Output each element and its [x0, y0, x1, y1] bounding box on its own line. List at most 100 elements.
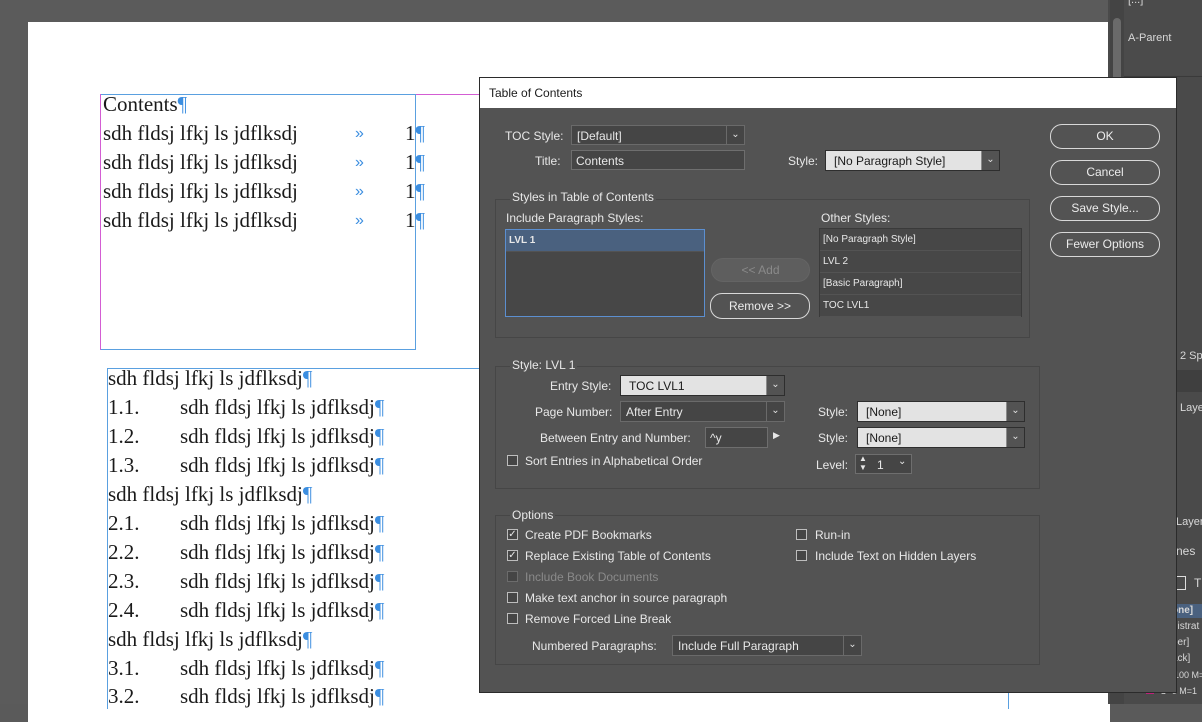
replace-existing-checkbox[interactable]: ✓ — [507, 550, 518, 561]
title-input[interactable]: Contents — [571, 150, 745, 170]
toc-style-select[interactable]: [Default] ⌄ — [571, 125, 745, 145]
body-line-text: sdh fldsj lfkj ls jdflksdj¶ — [180, 684, 385, 708]
toc-heading: Contents¶ — [103, 92, 188, 116]
entry-style-select[interactable]: TOC LVL1 ⌄ — [620, 375, 785, 396]
body-numbered-line: 2.4. — [108, 598, 140, 622]
body-numbered-line: 1.2. — [108, 424, 140, 448]
list-item[interactable]: LVL 2 — [820, 251, 1021, 273]
swatches-tab[interactable]: nes — [1176, 544, 1195, 558]
page-number-select[interactable]: After Entry ⌄ — [620, 401, 785, 422]
entry-style-label: Entry Style: — [550, 379, 612, 393]
body-numbered-line: 2.1. — [108, 511, 140, 535]
run-in-checkbox[interactable] — [796, 529, 807, 540]
sort-alphabetical-checkbox[interactable] — [507, 455, 518, 466]
between-style-label: Style: — [818, 431, 849, 445]
body-line-text: sdh fldsj lfkj ls jdflksdj¶ — [180, 453, 385, 477]
toc-frame-left-edge — [100, 94, 101, 350]
body-numbered-line: 3.2. — [108, 684, 140, 708]
remove-forced-line-break-label: Remove Forced Line Break — [525, 612, 672, 626]
body-line-text: sdh fldsj lfkj ls jdflksdj¶ — [180, 424, 385, 448]
replace-existing-label: Replace Existing Table of Contents — [525, 549, 711, 563]
chevron-down-icon[interactable]: ⌄ — [898, 456, 906, 467]
stepper-arrows-icon[interactable]: ▲ ▼ — [859, 454, 867, 472]
chevron-down-icon: ⌄ — [1006, 428, 1024, 447]
list-item[interactable]: [No Paragraph Style] — [820, 229, 1021, 251]
include-paragraph-styles-label: Include Paragraph Styles: — [506, 211, 644, 225]
page-number-label: Page Number: — [535, 405, 613, 419]
create-pdf-bookmarks-label: Create PDF Bookmarks — [525, 528, 652, 542]
create-pdf-bookmarks-checkbox[interactable]: ✓ — [507, 529, 518, 540]
tab-marker-icon: » — [355, 125, 364, 142]
body-numbered-line: 2.3. — [108, 569, 140, 593]
body-line-text: sdh fldsj lfkj ls jdflksdj¶ — [180, 540, 385, 564]
chevron-down-icon: ⌄ — [766, 402, 784, 421]
chevron-down-icon: ⌄ — [726, 126, 744, 144]
other-styles-label: Other Styles: — [821, 211, 891, 225]
body-heading: sdh fldsj lfkj ls jdflksdj¶ — [108, 366, 313, 390]
layers-tab[interactable]: Laye — [1180, 402, 1202, 414]
cancel-button[interactable]: Cancel — [1050, 160, 1160, 185]
page-number-style-select[interactable]: [None] ⌄ — [857, 401, 1025, 422]
style-level-title: Style: LVL 1 — [510, 358, 578, 372]
dialog-titlebar[interactable] — [480, 78, 1176, 108]
body-numbered-line: 1.3. — [108, 453, 140, 477]
numbered-paragraphs-label: Numbered Paragraphs: — [532, 639, 657, 653]
panel-top-label: [...] — [1128, 0, 1144, 6]
master-page-a-parent[interactable]: A-Parent — [1128, 32, 1171, 44]
toc-page-number: 1¶ — [405, 121, 426, 145]
body-heading: sdh fldsj lfkj ls jdflksdj¶ — [108, 482, 313, 506]
fewer-options-button[interactable]: Fewer Options — [1050, 232, 1160, 257]
include-styles-list[interactable]: LVL 1 — [505, 229, 705, 317]
swatch-item[interactable]: 100 M= — [1174, 670, 1202, 680]
body-line-text: sdh fldsj lfkj ls jdflksdj¶ — [180, 511, 385, 535]
between-entry-label: Between Entry and Number: — [540, 431, 691, 445]
include-book-documents-checkbox[interactable] — [507, 571, 518, 582]
special-character-arrow-icon[interactable]: ▶ — [773, 430, 780, 441]
title-style-label: Style: — [788, 154, 819, 168]
between-style-select[interactable]: [None] ⌄ — [857, 427, 1025, 448]
body-line-text: sdh fldsj lfkj ls jdflksdj¶ — [180, 395, 385, 419]
numbered-paragraphs-select[interactable]: Include Full Paragraph ⌄ — [672, 635, 862, 656]
chevron-down-icon: ⌄ — [1006, 402, 1024, 421]
add-button[interactable]: << Add — [711, 258, 810, 282]
chevron-down-icon: ⌄ — [766, 376, 784, 395]
chevron-down-icon: ⌄ — [843, 636, 861, 655]
table-of-contents-dialog: Table of Contents TOC Style: [Default] ⌄… — [479, 77, 1177, 693]
run-in-label: Run-in — [815, 528, 851, 542]
tab-marker-icon: » — [355, 154, 364, 171]
include-book-documents-label: Include Book Documents — [525, 570, 659, 584]
text-anchor-label: Make text anchor in source paragraph — [525, 591, 728, 605]
toc-entry: sdh fldsj lfkj ls jdflksdj — [103, 150, 298, 174]
save-style-button[interactable]: Save Style... — [1050, 196, 1160, 221]
ok-button[interactable]: OK — [1050, 124, 1160, 149]
toc-entry: sdh fldsj lfkj ls jdflksdj — [103, 121, 298, 145]
hidden-layers-label: Include Text on Hidden Layers — [815, 549, 977, 563]
body-heading: sdh fldsj lfkj ls jdflksdj¶ — [108, 627, 313, 651]
text-swatch-icon[interactable]: T — [1194, 576, 1201, 590]
tab-marker-icon: » — [355, 183, 364, 200]
layers-tab-2[interactable]: Layer — [1176, 516, 1202, 528]
toc-page-number: 1¶ — [405, 208, 426, 232]
spread-count: 2 Spr — [1180, 350, 1202, 362]
list-item[interactable]: [Basic Paragraph] — [820, 273, 1021, 295]
body-line-text: sdh fldsj lfkj ls jdflksdj¶ — [180, 656, 385, 680]
remove-button[interactable]: Remove >> — [710, 293, 810, 319]
body-numbered-line: 2.2. — [108, 540, 140, 564]
chevron-down-icon: ⌄ — [981, 151, 999, 170]
level-label: Level: — [816, 458, 849, 472]
remove-forced-line-break-checkbox[interactable] — [507, 613, 518, 624]
text-anchor-checkbox[interactable] — [507, 592, 518, 603]
panel-tab-strip — [1176, 370, 1202, 392]
toc-entry: sdh fldsj lfkj ls jdflksdj — [103, 208, 298, 232]
toc-entry: sdh fldsj lfkj ls jdflksdj — [103, 179, 298, 203]
sort-alphabetical-label: Sort Entries in Alphabetical Order — [525, 454, 703, 468]
other-styles-list[interactable]: [No Paragraph Style] LVL 2 [Basic Paragr… — [819, 228, 1022, 317]
list-item[interactable]: TOC LVL1 — [820, 295, 1021, 317]
body-numbered-line: 1.1. — [108, 395, 140, 419]
page-number-style-label: Style: — [818, 405, 849, 419]
title-style-select[interactable]: [No Paragraph Style] ⌄ — [825, 150, 1000, 171]
list-item[interactable]: LVL 1 — [506, 230, 704, 252]
between-entry-input[interactable]: ^y — [705, 427, 768, 448]
hidden-layers-checkbox[interactable] — [796, 550, 807, 561]
styles-in-toc-title: Styles in Table of Contents — [510, 190, 656, 204]
